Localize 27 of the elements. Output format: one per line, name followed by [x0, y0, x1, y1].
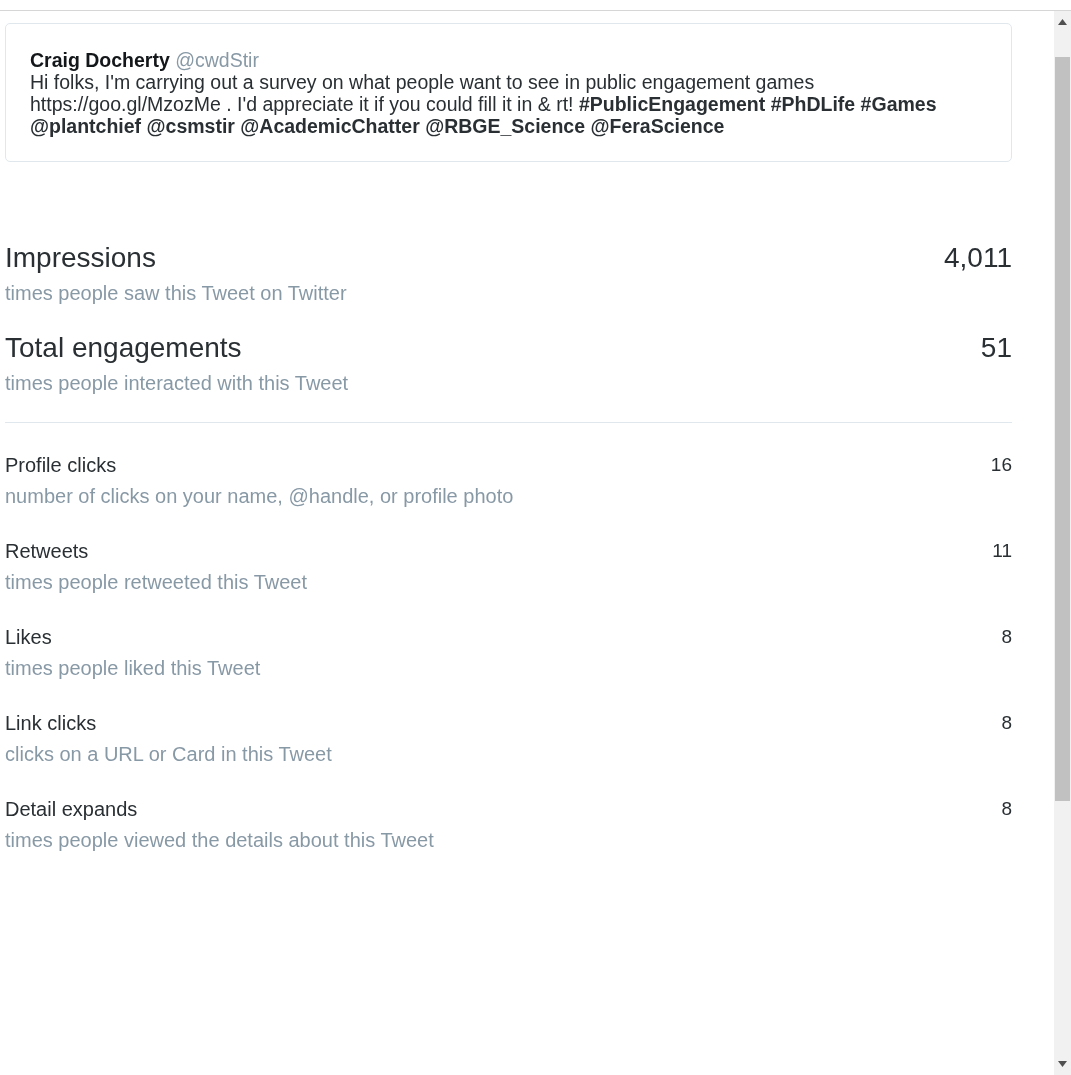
metric-label: Total engagements — [5, 332, 243, 364]
metric-label: Likes — [5, 625, 53, 649]
metric-description: times people saw this Tweet on Twitter — [5, 281, 347, 306]
metric-value: 8 — [1001, 625, 1012, 649]
metric-value: 11 — [992, 539, 1012, 563]
metric-value: 4,011 — [944, 242, 1012, 274]
metric-description: number of clicks on your name, @handle, or profile photo — [5, 484, 514, 509]
metric-value: 16 — [990, 453, 1012, 477]
scroll-down-arrow-icon[interactable] — [1058, 1061, 1067, 1067]
tweet-text: Hi folks, I'm carrying out a survey on what people want to see in public engagement games https://goo.gl/MzozMe . I'd appreciate it if you could fill it in & rt! #PublicEngagement #PhDLife #Games @plantchief @csmstir @AcademicChatter @RBGE_Science @FeraScience — [30, 71, 938, 137]
metric-description: times people retweeted this Tweet — [5, 570, 308, 595]
metric-description: clicks on a URL or Card in this Tweet — [5, 742, 332, 767]
metric-description: times people interacted with this Tweet — [5, 371, 349, 396]
metric-value: 8 — [1001, 711, 1012, 735]
scrollbar-thumb[interactable] — [1055, 57, 1070, 801]
metric-value: 8 — [1001, 797, 1012, 821]
author-name: Craig Docherty — [30, 49, 170, 71]
metric-description: times people liked this Tweet — [5, 656, 261, 681]
metric-label: Retweets — [5, 539, 90, 563]
author-handle: @cwdStir — [175, 49, 259, 71]
metric-label: Detail expands — [5, 797, 139, 821]
metric-label: Profile clicks — [5, 453, 118, 477]
metric-value: 51 — [980, 332, 1012, 364]
metric-label: Link clicks — [5, 711, 98, 735]
metric-description: times people viewed the details about this Tweet — [5, 828, 434, 853]
scroll-up-arrow-icon[interactable] — [1058, 19, 1067, 25]
metric-label: Impressions — [5, 242, 157, 274]
